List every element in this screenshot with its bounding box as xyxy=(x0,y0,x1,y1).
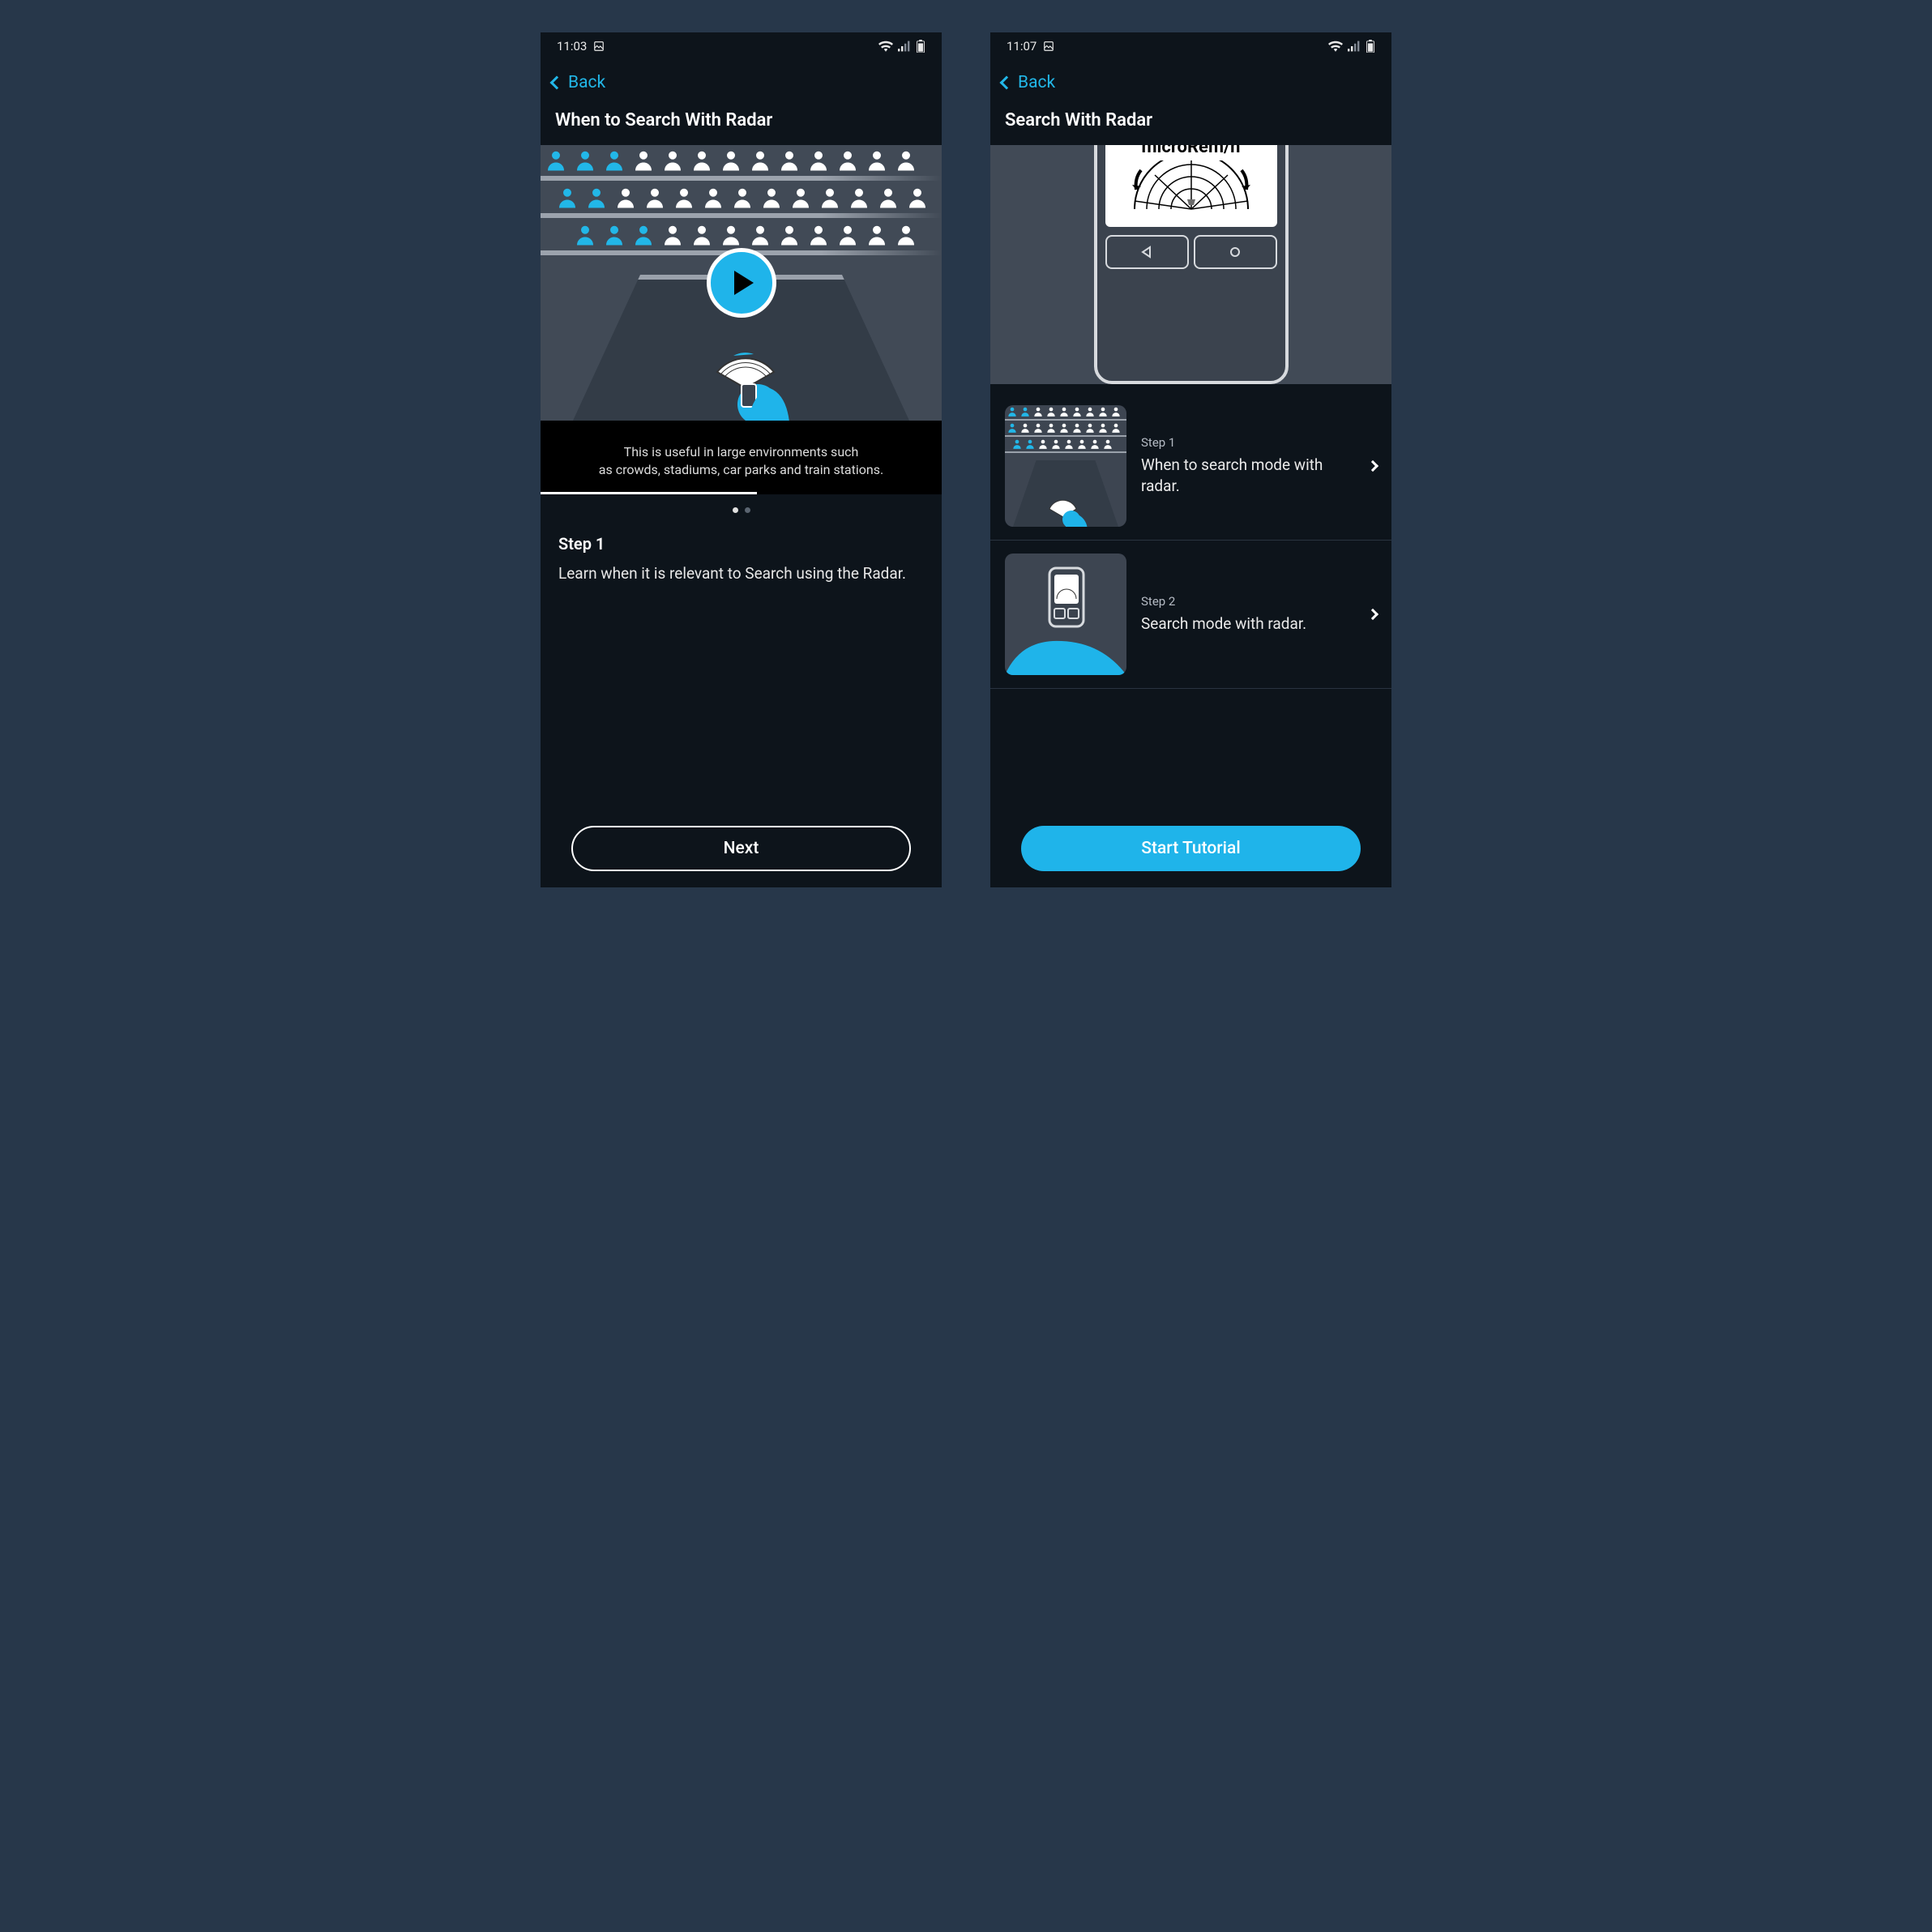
back-button[interactable]: Back xyxy=(1002,73,1055,92)
play-button[interactable] xyxy=(707,248,776,318)
step-label: Step 2 xyxy=(1141,594,1354,609)
chevron-left-icon xyxy=(550,76,564,90)
device-hero: 71.5 microRem/h xyxy=(990,145,1391,384)
nav-bar: Back xyxy=(541,60,942,105)
tutorial-video[interactable] xyxy=(541,145,942,421)
video-caption: This is useful in large environments suc… xyxy=(541,421,942,494)
wifi-icon xyxy=(878,41,893,52)
video-progress[interactable] xyxy=(541,492,757,494)
page-indicator xyxy=(541,494,942,526)
battery-icon xyxy=(916,40,925,53)
page-dot[interactable] xyxy=(745,507,750,513)
next-button[interactable]: Next xyxy=(571,826,911,871)
device-illustration: 71.5 microRem/h xyxy=(1094,145,1289,384)
chevron-right-icon xyxy=(1367,460,1378,472)
phone-right: 11:07 Back Search With Radar 71.5 microR… xyxy=(990,32,1391,887)
step-list: Step 1 When to search mode with radar. xyxy=(990,384,1391,697)
status-bar: 11:03 xyxy=(541,32,942,60)
status-time: 11:07 xyxy=(1007,39,1037,53)
step-thumb xyxy=(1005,405,1126,527)
back-label: Back xyxy=(1018,73,1055,92)
signal-icon xyxy=(1348,41,1361,52)
step-description: Learn when it is relevant to Search usin… xyxy=(558,563,924,585)
step-item-2[interactable]: Step 2 Search mode with radar. xyxy=(990,541,1391,689)
step-title: Search mode with radar. xyxy=(1141,613,1354,635)
scanner-figure-icon xyxy=(677,307,806,421)
device-left-button xyxy=(1105,235,1189,269)
screenshot-icon xyxy=(1043,41,1054,52)
step-label: Step 1 xyxy=(558,534,924,554)
radar-icon xyxy=(1118,160,1264,217)
step-thumb xyxy=(1005,554,1126,675)
chevron-right-icon xyxy=(1367,609,1378,620)
battery-icon xyxy=(1366,40,1375,53)
status-time: 11:03 xyxy=(557,39,587,53)
status-bar: 11:07 xyxy=(990,32,1391,60)
back-label: Back xyxy=(568,73,605,92)
next-label: Next xyxy=(724,839,759,858)
page-title: When to Search With Radar xyxy=(541,105,942,145)
screenshot-icon xyxy=(593,41,605,52)
start-tutorial-label: Start Tutorial xyxy=(1141,839,1240,858)
start-tutorial-button[interactable]: Start Tutorial xyxy=(1021,826,1361,871)
page-title: Search With Radar xyxy=(990,105,1391,145)
wifi-icon xyxy=(1328,41,1343,52)
back-button[interactable]: Back xyxy=(552,73,605,92)
signal-icon xyxy=(898,41,911,52)
step-item-1[interactable]: Step 1 When to search mode with radar. xyxy=(990,392,1391,541)
play-icon xyxy=(734,271,754,295)
caption-line: This is useful in large environments suc… xyxy=(557,443,925,461)
device-right-button xyxy=(1194,235,1277,269)
step-title: When to search mode with radar. xyxy=(1141,455,1354,496)
step-body: Step 1 Learn when it is relevant to Sear… xyxy=(541,526,942,593)
device-unit: microRem/h xyxy=(1110,145,1272,157)
nav-bar: Back xyxy=(990,60,1391,105)
phone-left: 11:03 Back When to Search With Radar xyxy=(541,32,942,887)
caption-line: as crowds, stadiums, car parks and train… xyxy=(557,461,925,479)
step-label: Step 1 xyxy=(1141,435,1354,450)
chevron-left-icon xyxy=(1000,76,1014,90)
page-dot[interactable] xyxy=(733,507,738,513)
